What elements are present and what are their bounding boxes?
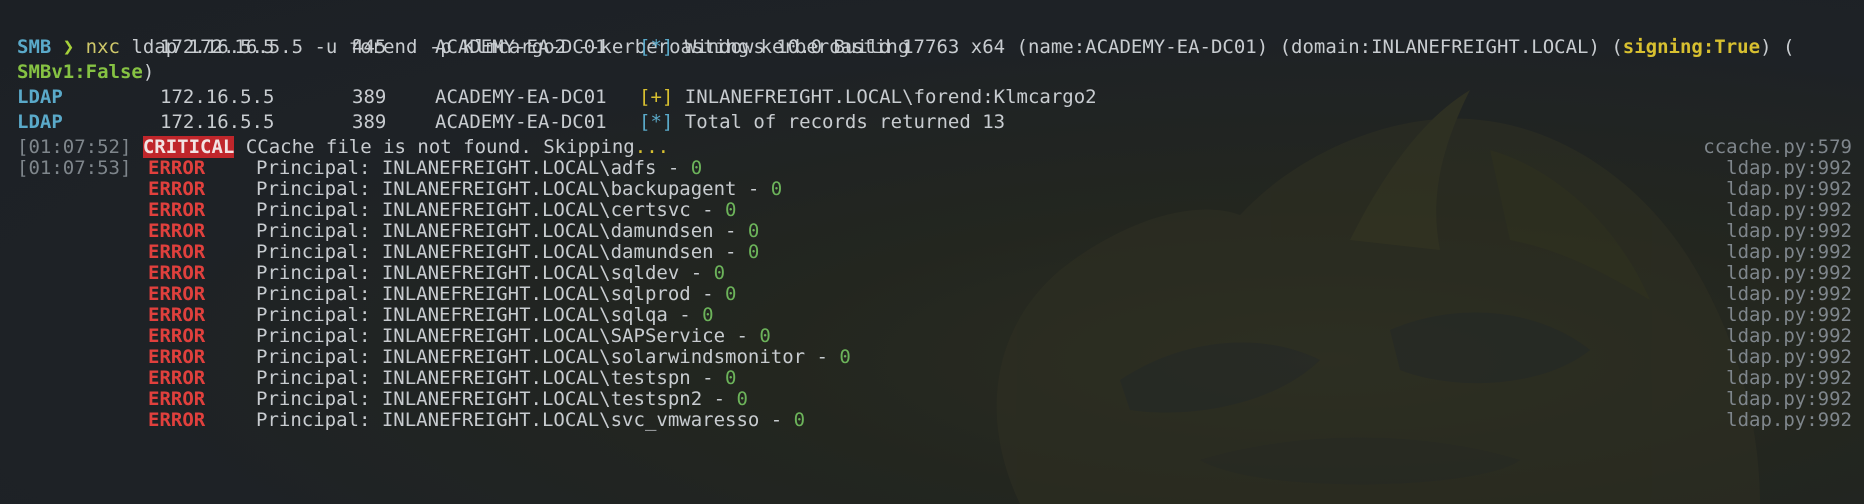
output-line-continuation: SMBv1:False): [17, 60, 154, 85]
principal-name: INLANEFREIGHT.LOCAL\SAPService: [381, 325, 726, 347]
principal-name: INLANEFREIGHT.LOCAL\damundsen: [381, 241, 714, 263]
principal-name: INLANEFREIGHT.LOCAL\testspn2: [381, 388, 703, 410]
principal-name: INLANEFREIGHT.LOCAL\svc_vmwaresso: [381, 409, 760, 431]
principal-name: INLANEFREIGHT.LOCAL\certsvc: [381, 199, 691, 221]
principal-separator: -: [690, 199, 726, 221]
principal-count: 0: [793, 409, 806, 431]
info-marker: [*]: [639, 111, 674, 133]
principal-count: 0: [725, 367, 737, 389]
success-marker: [+]: [639, 86, 674, 108]
principal-separator: -: [725, 325, 760, 347]
error-badge: ERROR: [148, 409, 206, 431]
principal-prefix: Principal:: [256, 388, 382, 410]
status-message: Windows 10.0 Build 17763 x64 (name:ACADE…: [684, 36, 1623, 58]
principal-separator: -: [713, 241, 748, 263]
principal-count: 0: [770, 178, 783, 200]
principal-prefix: Principal:: [256, 157, 382, 179]
principal-name: INLANEFREIGHT.LOCAL\backupagent: [381, 178, 737, 200]
info-marker: [*]: [639, 36, 674, 58]
log-ellipsis: ...: [634, 136, 670, 158]
terminal-window[interactable]: ❯ nxc ldap 172.16.5.5 -u forend -p Klmca…: [0, 0, 1864, 504]
principal-prefix: Principal:: [256, 199, 382, 221]
principal-prefix: Principal:: [256, 262, 382, 284]
principal-separator: -: [690, 367, 726, 389]
output-line-smb: SMB 172.16.5.5 445 ACADEMY-EA-DC01 [*] Windo…: [17, 35, 1794, 60]
log-message: CCache file is not found. Skipping: [245, 136, 635, 158]
principal-separator: -: [667, 304, 703, 326]
principal-prefix: Principal:: [256, 178, 382, 200]
principal-count: 0: [747, 241, 760, 263]
principal-count: 0: [702, 304, 714, 326]
principal-separator: -: [679, 262, 714, 284]
log-source: ldap.py:992: [1726, 409, 1852, 431]
principal-name: INLANEFREIGHT.LOCAL\sqlprod: [381, 283, 691, 305]
status-message: Total of records returned 13: [684, 111, 1006, 133]
log-line-error: ERROR Principal: INLANEFREIGHT.LOCAL\svc_…: [17, 408, 805, 433]
principal-separator: -: [702, 388, 737, 410]
principal-prefix: Principal:: [256, 283, 382, 305]
principal-count: 0: [839, 346, 851, 368]
command-line: ❯ nxc ldap 172.16.5.5 -u forend -p Klmca…: [17, 10, 910, 58]
principal-count: 0: [713, 262, 726, 284]
principal-name: INLANEFREIGHT.LOCAL\adfs: [381, 157, 657, 179]
port-number: 389: [352, 111, 387, 133]
principal-prefix: Principal:: [256, 241, 382, 263]
smbv1-value: SMBv1:False: [17, 61, 143, 83]
principal-count: 0: [725, 199, 737, 221]
principal-prefix: Principal:: [256, 220, 382, 242]
principal-separator: -: [805, 346, 840, 368]
principal-prefix: Principal:: [256, 325, 382, 347]
principal-separator: -: [759, 409, 794, 431]
principal-separator: -: [713, 220, 748, 242]
protocol-label: SMB: [17, 36, 52, 58]
principal-prefix: Principal:: [256, 367, 382, 389]
signing-value: signing:True: [1622, 36, 1761, 58]
principal-separator: -: [656, 157, 691, 179]
host-address: 172.16.5.5: [160, 36, 275, 58]
port-number: 445: [352, 36, 387, 58]
principal-name: INLANEFREIGHT.LOCAL\sqldev: [381, 262, 680, 284]
principal-name: INLANEFREIGHT.LOCAL\testspn: [381, 367, 691, 389]
principal-name: INLANEFREIGHT.LOCAL\solarwindsmonitor: [381, 346, 806, 368]
port-number: 389: [352, 86, 387, 108]
principal-prefix: Principal:: [256, 409, 382, 431]
principal-separator: -: [736, 178, 771, 200]
status-message-tail: ) (: [1760, 36, 1795, 58]
host-name: ACADEMY-EA-DC01: [435, 86, 607, 108]
output-line-ldap: LDAP 172.16.5.5 389 ACADEMY-EA-DC01 [+] INLA…: [17, 85, 1097, 110]
continuation-tail: ): [142, 61, 155, 83]
protocol-label: LDAP: [17, 111, 63, 133]
host-address: 172.16.5.5: [160, 111, 275, 133]
principal-count: 0: [725, 283, 737, 305]
log-timestamp: [01:07:52]: [17, 136, 132, 158]
principal-count: 0: [690, 157, 703, 179]
principal-separator: -: [690, 283, 726, 305]
principal-name: INLANEFREIGHT.LOCAL\sqlqa: [381, 304, 668, 326]
host-address: 172.16.5.5: [160, 86, 275, 108]
principal-count: 0: [759, 325, 771, 347]
output-line-ldap: LDAP 172.16.5.5 389 ACADEMY-EA-DC01 [*] Tota…: [17, 110, 1005, 135]
principal-name: INLANEFREIGHT.LOCAL\damundsen: [381, 220, 714, 242]
protocol-label: LDAP: [17, 86, 63, 108]
critical-badge: CRITICAL: [142, 136, 235, 158]
principal-prefix: Principal:: [256, 346, 382, 368]
principal-prefix: Principal:: [256, 304, 382, 326]
status-message: INLANEFREIGHT.LOCAL\forend:Klmcargo2: [684, 86, 1097, 108]
principal-count: 0: [747, 220, 760, 242]
principal-count: 0: [736, 388, 748, 410]
host-name: ACADEMY-EA-DC01: [435, 111, 607, 133]
host-name: ACADEMY-EA-DC01: [435, 36, 607, 58]
